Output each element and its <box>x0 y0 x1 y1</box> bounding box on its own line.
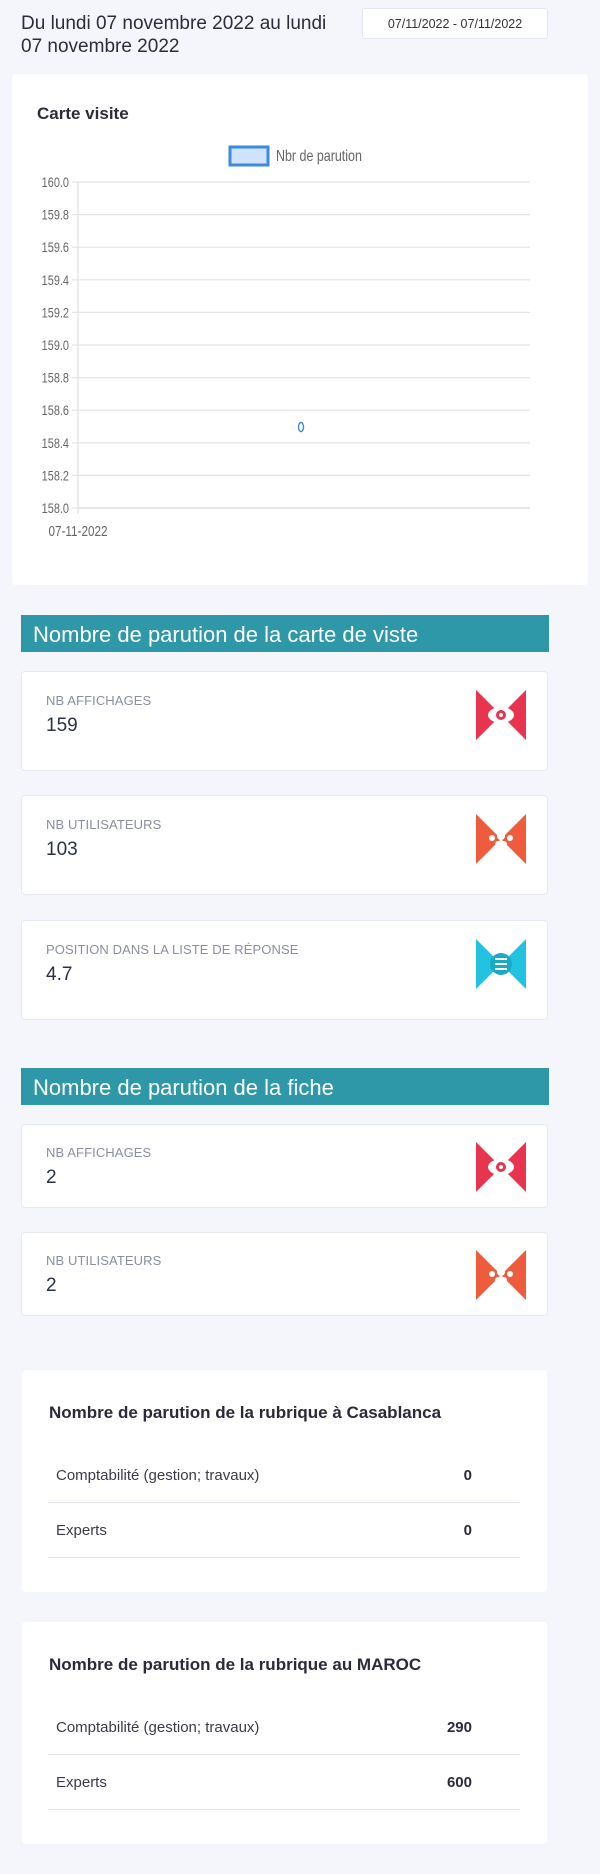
stat-card-affichages: NB AFFICHAGES 159 <box>21 671 548 771</box>
list-icon <box>476 939 526 989</box>
y-tick-label: 158.8 <box>42 370 69 386</box>
stat-value: 159 <box>46 715 78 736</box>
y-tick-label: 158.4 <box>42 436 69 452</box>
chart: 160.0 159.8 159.6 159.4 159.2 159.0 158.8 158.6… <box>42 145 530 540</box>
stat-value: 4.7 <box>46 964 73 985</box>
row-name: Comptabilité (gestion; travaux) <box>56 1719 260 1736</box>
table-row: Experts 600 <box>48 1755 520 1810</box>
table-row: Comptabilité (gestion; travaux) 290 <box>48 1700 520 1755</box>
rubrique-maroc-title: Nombre de parution de la rubrique au MAR… <box>49 1655 422 1674</box>
users-icon <box>476 814 526 864</box>
chart-card: Carte visite 160.0 159.8 159.6 159.4 159.2 15… <box>12 74 588 585</box>
table-row: Comptabilité (gestion; travaux) 0 <box>48 1448 520 1503</box>
row-value: 0 <box>463 1522 472 1539</box>
stat-card-position: POSITION DANS LA LISTE DE RÉPONSE 4.7 <box>21 920 548 1020</box>
eye-icon <box>476 690 526 740</box>
legend-swatch <box>228 145 270 167</box>
rubrique-maroc-card: Nombre de parution de la rubrique au MAR… <box>22 1622 547 1844</box>
y-tick-label: 159.8 <box>42 207 69 223</box>
users-icon <box>476 1250 526 1300</box>
stat-value: 103 <box>46 839 78 860</box>
row-name: Comptabilité (gestion; travaux) <box>56 1467 260 1484</box>
y-tick-label: 158.6 <box>42 403 69 419</box>
y-tick-label: 158.0 <box>42 501 69 517</box>
stat-card-fiche-affichages: NB AFFICHAGES 2 <box>21 1124 548 1208</box>
rubrique-casablanca-title: Nombre de parution de la rubrique à Casa… <box>49 1403 442 1422</box>
stat-card-utilisateurs: NB UTILISATEURS 103 <box>21 795 548 895</box>
row-value: 0 <box>463 1467 472 1484</box>
rubrique-casablanca-card: Nombre de parution de la rubrique à Casa… <box>22 1370 547 1592</box>
stat-label: NB UTILISATEURS <box>46 1253 162 1268</box>
section-banner-carte: Nombre de parution de la carte de viste <box>21 615 549 652</box>
row-name: Experts <box>56 1774 107 1791</box>
eye-icon <box>476 1142 526 1192</box>
stat-value: 2 <box>46 1275 57 1296</box>
stat-label: POSITION DANS LA LISTE DE RÉPONSE <box>46 942 299 957</box>
table-row: Experts 0 <box>48 1503 520 1558</box>
stat-card-fiche-utilisateurs: NB UTILISATEURS 2 <box>21 1232 548 1316</box>
stat-value: 2 <box>46 1167 57 1188</box>
y-tick-label: 159.4 <box>42 273 69 289</box>
legend-label: Nbr de parution <box>276 148 362 166</box>
date-range-picker[interactable]: 07/11/2022 - 07/11/2022 <box>362 8 548 39</box>
y-tick-label: 159.0 <box>42 338 69 354</box>
data-point <box>297 421 305 433</box>
row-name: Experts <box>56 1522 107 1539</box>
stat-label: NB UTILISATEURS <box>46 817 162 832</box>
period-title: Du lundi 07 novembre 2022 au lundi 07 no… <box>21 13 327 57</box>
row-value: 600 <box>446 1774 472 1791</box>
section-banner-fiche: Nombre de parution de la fiche <box>21 1068 549 1105</box>
y-tick-label: 160.0 <box>42 175 69 191</box>
y-tick-label: 159.6 <box>42 240 69 256</box>
stat-label: NB AFFICHAGES <box>46 693 152 708</box>
x-tick-label: 07-11-2022 <box>49 523 108 540</box>
row-value: 290 <box>446 1719 472 1736</box>
stat-label: NB AFFICHAGES <box>46 1145 152 1160</box>
y-tick-label: 159.2 <box>42 305 69 321</box>
y-tick-label: 158.2 <box>42 468 69 484</box>
